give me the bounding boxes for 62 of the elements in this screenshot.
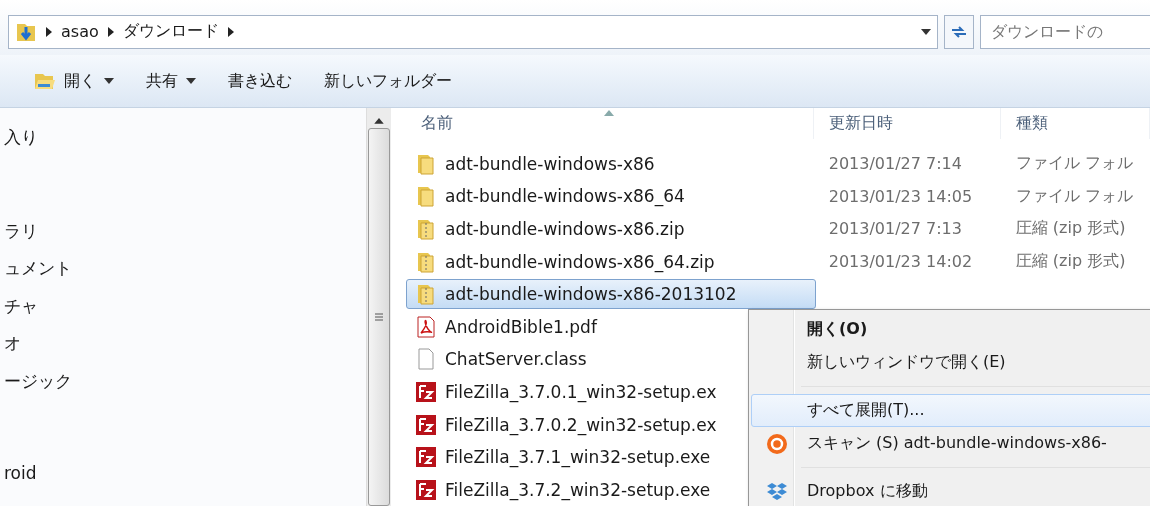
folder-icon bbox=[415, 185, 437, 208]
file-row[interactable]: adt-bundle-windows-x86_64.zip bbox=[406, 246, 814, 277]
zip-folder-icon bbox=[415, 283, 437, 306]
filezilla-icon bbox=[415, 380, 437, 403]
sidebar-item[interactable]: オ bbox=[0, 332, 366, 370]
sort-arrow-icon bbox=[604, 110, 615, 116]
file-icon bbox=[415, 348, 437, 371]
type-cell-text: ファイル フォル bbox=[1014, 153, 1134, 175]
sidebar-item[interactable]: ラリ bbox=[0, 219, 366, 257]
folder-icon bbox=[415, 152, 437, 175]
zip-folder-icon bbox=[415, 217, 437, 240]
date-cell-text: 2013/01/27 7:13 bbox=[827, 219, 963, 239]
date-cell-text: 2013/01/23 14:02 bbox=[827, 252, 974, 272]
sidebar-item[interactable]: チャ bbox=[0, 294, 366, 332]
column-header[interactable]: 更新日時 bbox=[813, 108, 1001, 140]
scan-icon bbox=[766, 432, 788, 455]
caret-icon bbox=[921, 28, 931, 35]
toolbar-button[interactable]: 開く bbox=[22, 64, 126, 98]
menu-item[interactable]: Dropbox に移動 bbox=[751, 475, 1150, 506]
file-row[interactable]: adt-bundle-windows-x86_64 bbox=[406, 181, 814, 212]
file-row[interactable]: adt-bundle-windows-x86-2013102 bbox=[406, 279, 816, 310]
date-cell-text: 2013/01/27 7:14 bbox=[827, 154, 963, 174]
column-header[interactable]: 種類 bbox=[1000, 108, 1150, 140]
address-bar[interactable]: asao ダウンロード bbox=[8, 14, 938, 49]
filezilla-icon bbox=[415, 446, 437, 469]
toolbar-button[interactable]: 共有 bbox=[134, 64, 208, 98]
file-row[interactable]: adt-bundle-windows-x86 bbox=[406, 148, 814, 179]
breadcrumb-arrow-icon bbox=[45, 26, 53, 37]
toolbar-button[interactable]: 書き込む bbox=[216, 64, 304, 98]
type-cell-text: 圧縮 (zip 形式) bbox=[1014, 218, 1127, 240]
breadcrumb[interactable]: asao bbox=[61, 22, 99, 41]
menu-item[interactable]: 開く(O) bbox=[751, 313, 1150, 346]
filezilla-icon bbox=[415, 478, 437, 501]
type-cell-text: ファイル フォル bbox=[1014, 185, 1134, 207]
sidebar-item[interactable]: roid bbox=[0, 463, 366, 501]
file-row[interactable]: adt-bundle-windows-x86.zip bbox=[406, 213, 814, 244]
filezilla-icon bbox=[415, 413, 437, 436]
search-field[interactable]: ダウンロードの bbox=[980, 14, 1150, 49]
scrollbar-thumb[interactable] bbox=[368, 127, 390, 506]
breadcrumb-arrow-icon bbox=[106, 26, 115, 37]
pdf-icon bbox=[415, 315, 437, 338]
menu-item[interactable]: すべて展開(T)... bbox=[751, 394, 1150, 427]
column-header[interactable]: 名前 bbox=[406, 108, 814, 140]
sidebar-item[interactable]: ージック bbox=[0, 369, 366, 407]
menu-item[interactable]: 新しいウィンドウで開く(E) bbox=[751, 346, 1150, 379]
scroll-up-arrow-icon bbox=[374, 118, 384, 124]
folder-open-icon bbox=[34, 71, 56, 91]
refresh-icon bbox=[950, 23, 968, 40]
menu-item[interactable]: スキャン (S) adt-bundle-windows-x86- bbox=[751, 427, 1150, 460]
breadcrumb-arrow-icon bbox=[226, 26, 235, 37]
toolbar-button[interactable]: 新しいフォルダー bbox=[312, 64, 464, 98]
sidebar-item[interactable]: ュメント bbox=[0, 257, 366, 295]
type-cell-text: 圧縮 (zip 形式) bbox=[1014, 251, 1127, 273]
date-cell-text: 2013/01/23 14:05 bbox=[827, 186, 974, 206]
caret-icon bbox=[104, 78, 114, 84]
refresh-button[interactable] bbox=[944, 14, 974, 49]
dropbox-icon bbox=[766, 481, 788, 502]
zip-folder-icon bbox=[415, 250, 437, 273]
sidebar-item[interactable]: 入り bbox=[0, 126, 366, 164]
caret-icon bbox=[186, 78, 196, 84]
breadcrumb[interactable]: ダウンロード bbox=[122, 21, 219, 42]
scrollbar[interactable] bbox=[366, 108, 391, 506]
